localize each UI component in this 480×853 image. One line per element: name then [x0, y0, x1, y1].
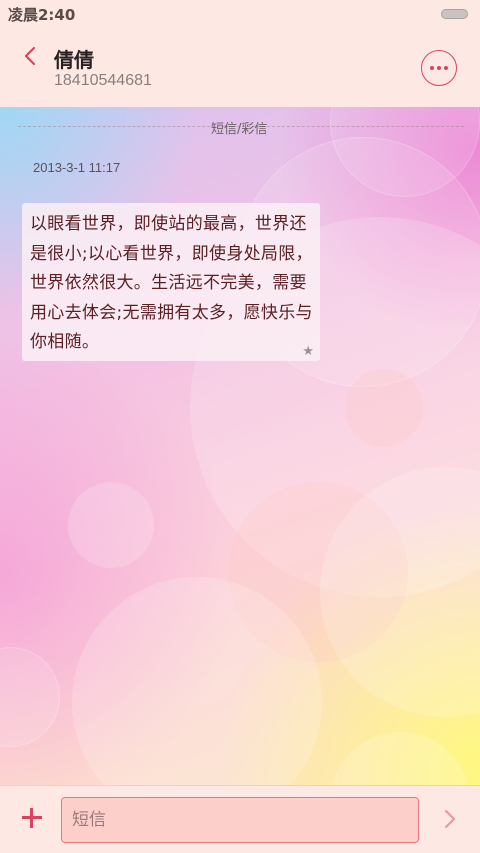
status-time: 凌晨2:40 [8, 6, 76, 24]
add-attachment-button[interactable] [18, 804, 46, 832]
message-timestamp: 2013-3-1 11:17 [33, 160, 121, 175]
background-bubble [0, 647, 60, 747]
message-bubble[interactable]: 以眼看世界，即使站的最高，世界还是很小;以心看世界，即使身处局限，世界依然很大。… [22, 203, 320, 361]
battery-icon [441, 9, 468, 19]
message-input[interactable] [61, 797, 419, 843]
background-bubble [68, 482, 154, 568]
status-bar: 凌晨2:40 [0, 0, 480, 28]
more-button[interactable] [421, 50, 457, 86]
message-list[interactable]: 短信/彩信 2013-3-1 11:17 以眼看世界，即使站的最高，世界还是很小… [0, 107, 480, 785]
send-icon [444, 809, 456, 829]
more-icon [430, 66, 434, 70]
message-text: 以眼看世界，即使站的最高，世界还是很小;以心看世界，即使身处局限，世界依然很大。… [30, 214, 313, 352]
background-bubble [345, 369, 423, 447]
star-icon: ★ [302, 344, 314, 359]
conversation-header: 倩倩 18410544681 [0, 28, 480, 107]
contact-name: 倩倩 [54, 48, 94, 72]
back-button[interactable] [16, 42, 44, 70]
back-icon [24, 46, 36, 66]
contact-number: 18410544681 [54, 72, 152, 89]
channel-label: 短信/彩信 [211, 122, 268, 137]
background-bubble [330, 732, 470, 785]
compose-bar [0, 785, 480, 853]
send-button[interactable] [436, 805, 464, 833]
